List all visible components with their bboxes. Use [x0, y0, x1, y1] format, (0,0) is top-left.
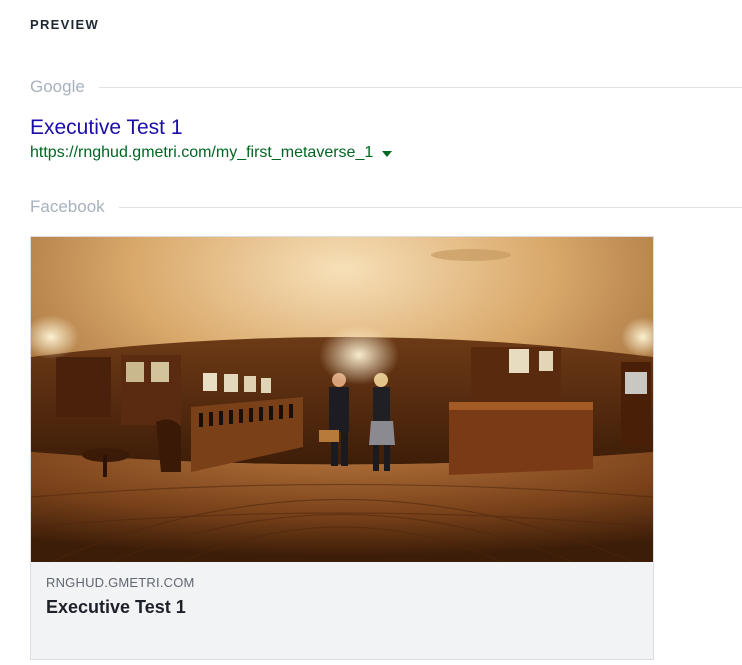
facebook-link-card[interactable]: RNGHUD.GMETRI.COM Executive Test 1	[30, 236, 654, 660]
preview-heading: PREVIEW	[30, 17, 100, 32]
google-result-title[interactable]: Executive Test 1	[30, 116, 183, 140]
facebook-card-domain: RNGHUD.GMETRI.COM	[46, 575, 195, 590]
facebook-section-label: Facebook	[30, 197, 105, 216]
caret-down-icon[interactable]	[382, 151, 393, 157]
google-result-url-row: https://rnghud.gmetri.com/my_first_metav…	[30, 144, 393, 162]
facebook-card-title: Executive Test 1	[46, 597, 186, 617]
facebook-section-divider	[118, 206, 742, 208]
preview-panel: PREVIEW Google Executive Test 1 https://…	[0, 0, 742, 665]
google-result-url: https://rnghud.gmetri.com/my_first_metav…	[30, 144, 374, 161]
google-section-divider	[98, 86, 742, 88]
google-section-label: Google	[30, 77, 85, 96]
facebook-section-header: Facebook	[30, 197, 742, 217]
facebook-preview-image	[31, 237, 653, 562]
google-section-header: Google	[30, 77, 742, 97]
